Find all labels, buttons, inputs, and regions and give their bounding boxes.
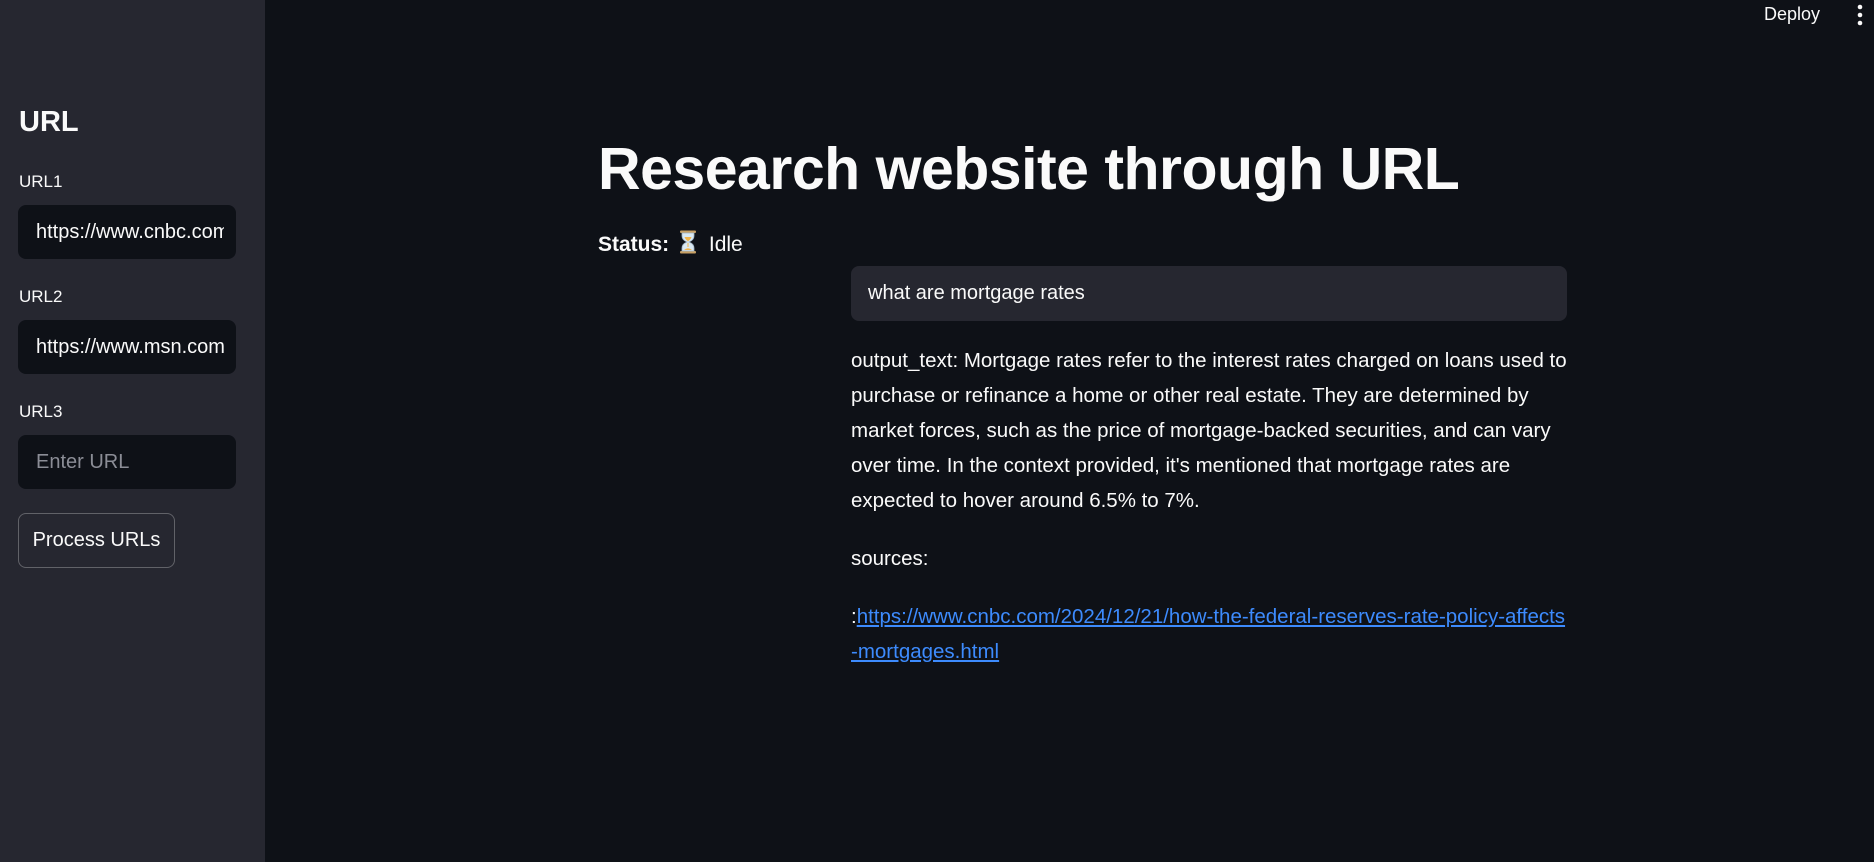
url3-label: URL3 [19, 402, 63, 421]
status-value: Idle [708, 233, 743, 256]
url2-label: URL2 [19, 287, 63, 306]
answer-text: output_text: Mortgage rates refer to the… [851, 349, 1567, 512]
url3-input[interactable] [18, 435, 236, 489]
hourglass-icon [679, 230, 697, 262]
url1-input[interactable] [18, 205, 236, 259]
status-row: Status: Idle [598, 230, 743, 262]
sources-label: sources: [851, 547, 929, 570]
main-menu-button[interactable] [1848, 0, 1872, 28]
sidebar: URL URL1 URL2 URL3 Process URLs [0, 0, 265, 862]
sidebar-title: URL [19, 106, 79, 138]
deploy-button[interactable]: Deploy [1754, 0, 1830, 28]
source-entry: :https://www.cnbc.com/2024/12/21/how-the… [851, 599, 1567, 669]
app-window: URL URL1 URL2 URL3 Process URLs Deploy R… [0, 0, 1874, 862]
kebab-menu-icon [1857, 4, 1863, 26]
question-input[interactable] [851, 266, 1567, 321]
source-link[interactable]: https://www.cnbc.com/2024/12/21/how-the-… [851, 605, 1565, 663]
status-label: Status: [598, 233, 670, 256]
url1-label: URL1 [19, 172, 63, 191]
url2-input[interactable] [18, 320, 236, 374]
page-title: Research website through URL [598, 136, 1460, 202]
process-urls-button[interactable]: Process URLs [18, 513, 175, 568]
